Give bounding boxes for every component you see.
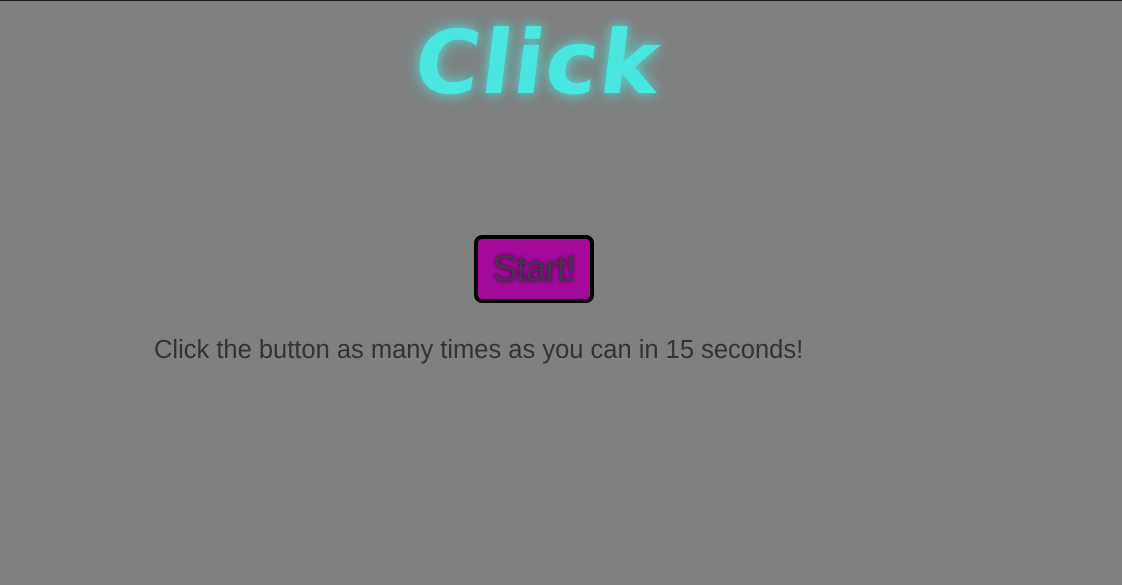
page-title: Click [409,11,668,114]
start-button[interactable]: Start! [474,235,594,303]
instructions-text: Click the button as many times as you ca… [154,336,804,364]
